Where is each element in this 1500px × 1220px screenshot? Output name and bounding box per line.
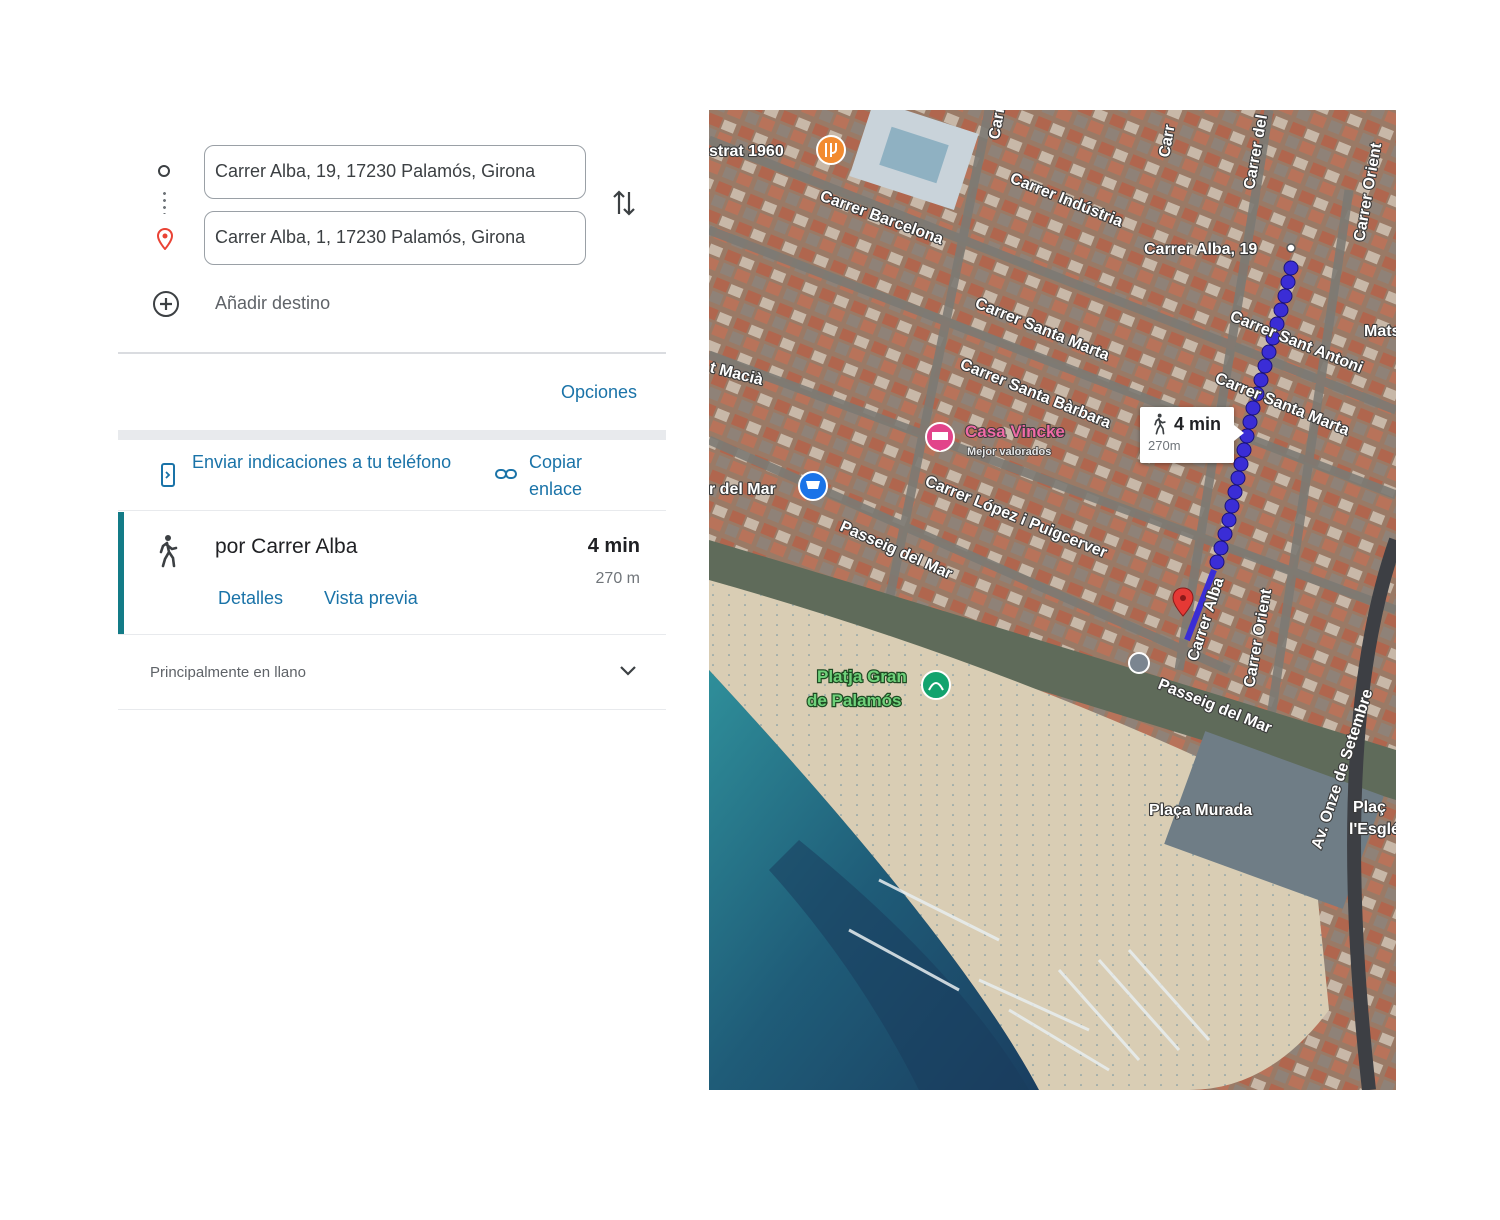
copy-link-button[interactable]: Copiar enlace xyxy=(529,449,609,503)
send-to-phone-link[interactable]: Enviar indicaciones a tu teléfono xyxy=(192,449,452,476)
add-destination-label[interactable]: Añadir destino xyxy=(215,293,330,314)
origin-circle-icon xyxy=(158,165,170,177)
divider xyxy=(118,352,666,354)
map-label-esglesia: l'Esglé xyxy=(1349,821,1396,838)
map-label-de-palamos: de Palamós xyxy=(807,691,902,710)
parking-marker-icon[interactable] xyxy=(1128,652,1150,674)
divider xyxy=(118,634,666,635)
route-option-card[interactable]: por Carrer Alba 4 min 270 m Detalles Vis… xyxy=(118,512,666,634)
route-dots-icon xyxy=(163,190,166,214)
map-label-placa-murada: Plaça Murada xyxy=(1149,802,1252,819)
map-label-platja-gran: Platja Gran xyxy=(817,667,907,686)
origin-input[interactable]: Carrer Alba, 19, 17230 Palamós, Girona xyxy=(204,145,586,199)
bubble-distance: 270m xyxy=(1148,438,1181,453)
walking-person-icon xyxy=(159,535,178,568)
terrain-summary: Principalmente en llano xyxy=(150,664,306,681)
route-time-bubble[interactable]: 4 min 270m xyxy=(1140,407,1244,463)
restaurant-marker-icon[interactable] xyxy=(816,135,846,165)
origin-marker xyxy=(1286,243,1296,253)
preview-button[interactable]: Vista previa xyxy=(324,588,418,609)
map-label-mats: Mats xyxy=(1364,323,1396,340)
options-button[interactable]: Opciones xyxy=(561,382,637,403)
map-label-restaurant: strat 1960 xyxy=(709,143,784,160)
add-destination-icon[interactable] xyxy=(152,290,180,318)
map-label-del-mar: r del Mar xyxy=(709,481,776,498)
link-icon[interactable] xyxy=(494,466,518,482)
section-separator xyxy=(118,430,666,440)
swap-icon[interactable] xyxy=(610,186,638,220)
route-via-label: por Carrer Alba xyxy=(215,535,358,558)
satellite-map[interactable]: strat 1960 Carrer Indústria Carrer Barce… xyxy=(709,110,1396,1090)
map-label-placa-right: Plaç xyxy=(1353,799,1386,816)
selected-route-indicator xyxy=(118,512,124,634)
divider xyxy=(118,709,666,710)
bubble-duration: 4 min xyxy=(1174,414,1222,434)
details-button[interactable]: Detalles xyxy=(218,588,283,609)
bubble-pointer xyxy=(1234,425,1244,441)
divider xyxy=(118,510,666,511)
beach-marker-icon[interactable] xyxy=(921,670,951,700)
phone-send-icon[interactable] xyxy=(160,462,176,488)
map-label-casa-vincke: Casa Vincke xyxy=(965,422,1065,441)
map-label-carrer-alba-19: Carrer Alba, 19 xyxy=(1144,241,1257,258)
hotel-marker-icon[interactable] xyxy=(925,422,955,452)
route-distance: 270 m xyxy=(595,570,640,587)
destination-input[interactable]: Carrer Alba, 1, 17230 Palamós, Girona xyxy=(204,211,586,265)
map-canvas[interactable]: strat 1960 Carrer Indústria Carrer Barce… xyxy=(709,110,1396,1090)
chevron-down-icon[interactable] xyxy=(618,664,638,678)
directions-panel: Carrer Alba, 19, 17230 Palamós, Girona C… xyxy=(118,110,666,730)
walking-person-icon xyxy=(1154,413,1166,435)
map-label-casa-vincke-sub: Mejor valorados xyxy=(967,446,1051,458)
route-duration: 4 min xyxy=(587,535,640,557)
shopping-marker-icon[interactable] xyxy=(798,471,828,501)
destination-pin-icon xyxy=(156,228,174,250)
